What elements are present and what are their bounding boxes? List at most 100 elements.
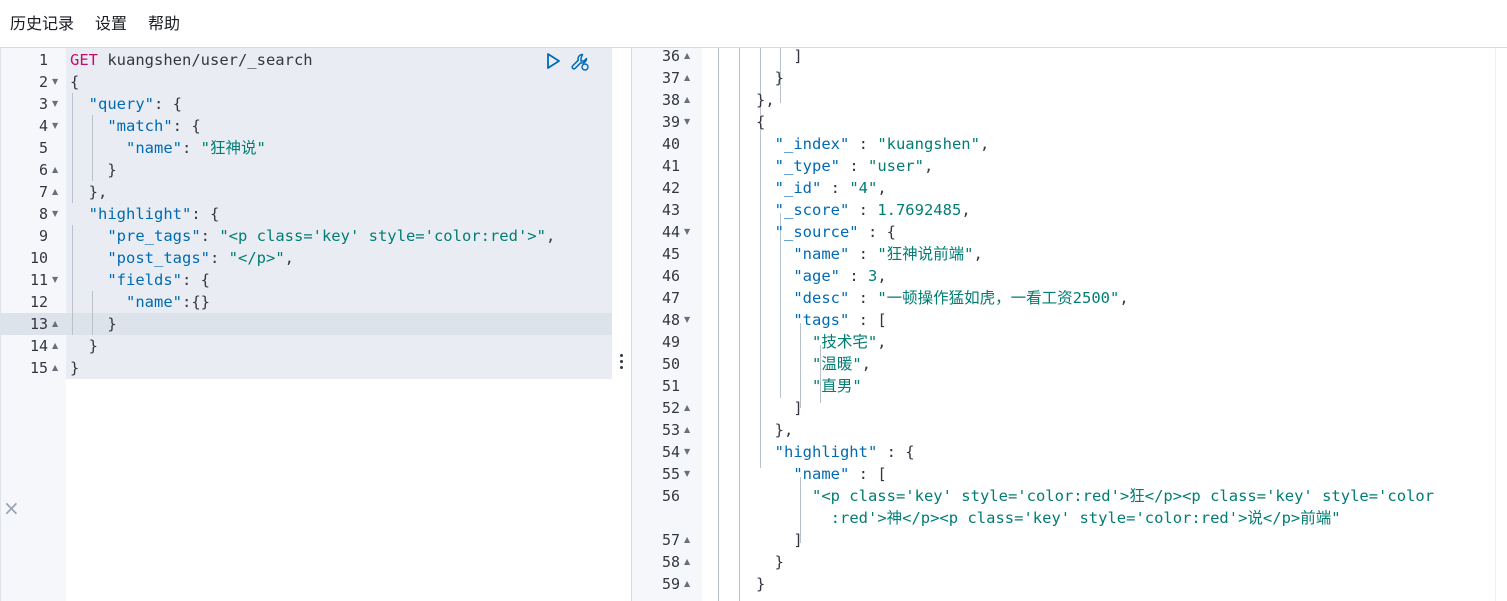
fold-open-icon[interactable]: ▼	[52, 115, 62, 137]
code-token: :{}	[182, 293, 210, 311]
close-icon[interactable]: ×	[3, 498, 20, 518]
request-editor[interactable]: 1 GET kuangshen/user/_search 2 ▼{3 ▼ "query"…	[0, 48, 612, 601]
code-line: "<p class='key' style='color:red'>狂</p><…	[700, 485, 1434, 507]
fold-close-icon[interactable]: ▲	[684, 551, 694, 573]
code-token: : {	[154, 95, 182, 113]
line-number: 37	[661, 69, 680, 87]
code-token: : {	[858, 223, 896, 241]
code-line: "fields": {	[70, 269, 210, 291]
line-number: 58	[661, 553, 680, 571]
code-token: "狂神说"	[200, 139, 266, 157]
line-number: 49	[661, 333, 680, 351]
code-line: ]	[700, 529, 802, 551]
fold-close-icon[interactable]: ▲	[684, 397, 694, 419]
code-token: kuangshen/user/_search	[98, 51, 313, 69]
line-number: 8	[38, 205, 48, 223]
code-token: "name"	[126, 139, 182, 157]
code-line: "age" : 3,	[700, 265, 886, 287]
code-line: "_source" : {	[700, 221, 896, 243]
code-token: }	[700, 553, 784, 571]
code-token: },	[700, 421, 794, 439]
line-number: 39	[661, 113, 680, 131]
line-number: 59	[661, 575, 680, 593]
more-actions-icon[interactable]	[620, 354, 624, 370]
line-number: 45	[661, 245, 680, 263]
code-token: "<p class='key' style='color:red'>狂</p><…	[811, 487, 1435, 505]
line-number: 5	[38, 139, 48, 157]
code-token: :	[849, 135, 878, 153]
code-token: 1.7692485	[877, 201, 962, 219]
code-token: ,	[961, 201, 971, 219]
code-line: "直男"	[700, 375, 862, 397]
fold-open-icon[interactable]: ▼	[52, 71, 62, 93]
fold-open-icon[interactable]: ▼	[684, 111, 694, 133]
code-line: }	[700, 551, 784, 573]
menu-history[interactable]: 历史记录	[10, 14, 74, 34]
fold-open-icon[interactable]: ▼	[52, 203, 62, 225]
code-token: 3	[868, 267, 878, 285]
code-line: :red'>神</p><p class='key' style='color:r…	[700, 507, 1341, 529]
code-token: "温暖"	[811, 355, 862, 373]
code-line: },	[700, 419, 794, 441]
fold-close-icon[interactable]: ▲	[684, 45, 694, 67]
code-line: "pre_tags": "<p class='key' style='color…	[70, 225, 555, 247]
code-token: },	[70, 183, 108, 201]
code-token: :	[200, 227, 220, 245]
fold-open-icon[interactable]: ▼	[684, 309, 694, 331]
fold-open-icon[interactable]: ▼	[684, 441, 694, 463]
menu-help[interactable]: 帮助	[148, 14, 180, 34]
code-token: "user"	[867, 157, 924, 175]
fold-close-icon[interactable]: ▲	[684, 573, 694, 595]
code-token: : {	[172, 117, 201, 135]
code-line: }	[70, 335, 98, 357]
menu-settings[interactable]: 设置	[95, 14, 127, 34]
fold-open-icon[interactable]: ▼	[52, 93, 62, 115]
fold-close-icon[interactable]: ▲	[684, 89, 694, 111]
code-token: "一顿操作猛如虎，一看工资2500"	[877, 289, 1120, 307]
code-token: : {	[181, 271, 210, 289]
line-number: 46	[661, 267, 680, 285]
line-number: 6	[38, 161, 48, 179]
code-token: ,	[861, 355, 871, 373]
fold-close-icon[interactable]: ▲	[52, 335, 62, 357]
wrench-icon[interactable]	[569, 51, 591, 73]
code-token: :	[849, 245, 878, 263]
fold-close-icon[interactable]: ▲	[684, 419, 694, 441]
code-line: GET kuangshen/user/_search	[70, 49, 313, 71]
code-token: ,	[545, 227, 556, 245]
response-scrollbar[interactable]	[1495, 48, 1507, 601]
fold-close-icon[interactable]: ▲	[684, 529, 694, 551]
run-request-icon[interactable]	[544, 52, 562, 70]
code-token: GET	[70, 51, 98, 69]
line-number: 1	[38, 51, 48, 69]
response-viewer[interactable]: 36 ▲ ] 37 ▲ } 38 ▲ }, 39 ▼ {40 "_index" : "kuan…	[632, 45, 1507, 601]
code-token: "name"	[126, 293, 182, 311]
fold-open-icon[interactable]: ▼	[684, 221, 694, 243]
pane-divider[interactable]	[612, 48, 632, 601]
fold-close-icon[interactable]: ▲	[684, 67, 694, 89]
fold-close-icon[interactable]: ▲	[52, 313, 62, 335]
fold-open-icon[interactable]: ▼	[684, 463, 694, 485]
line-number: 9	[38, 227, 48, 245]
code-token: ,	[1119, 289, 1129, 307]
code-line: "_index" : "kuangshen",	[700, 133, 990, 155]
fold-open-icon[interactable]: ▼	[52, 269, 62, 291]
fold-close-icon[interactable]: ▲	[52, 181, 62, 203]
fold-close-icon[interactable]: ▲	[52, 159, 62, 181]
code-token: "_type"	[774, 157, 840, 175]
line-number: 10	[29, 249, 48, 267]
code-token: ]	[700, 47, 803, 65]
code-token: "post_tags"	[107, 249, 210, 267]
code-token: ,	[877, 179, 887, 197]
code-token: "name"	[793, 245, 850, 263]
line-number: 13	[29, 315, 48, 333]
fold-close-icon[interactable]: ▲	[52, 357, 62, 379]
line-number: 7	[38, 183, 48, 201]
code-line: }	[70, 357, 79, 379]
